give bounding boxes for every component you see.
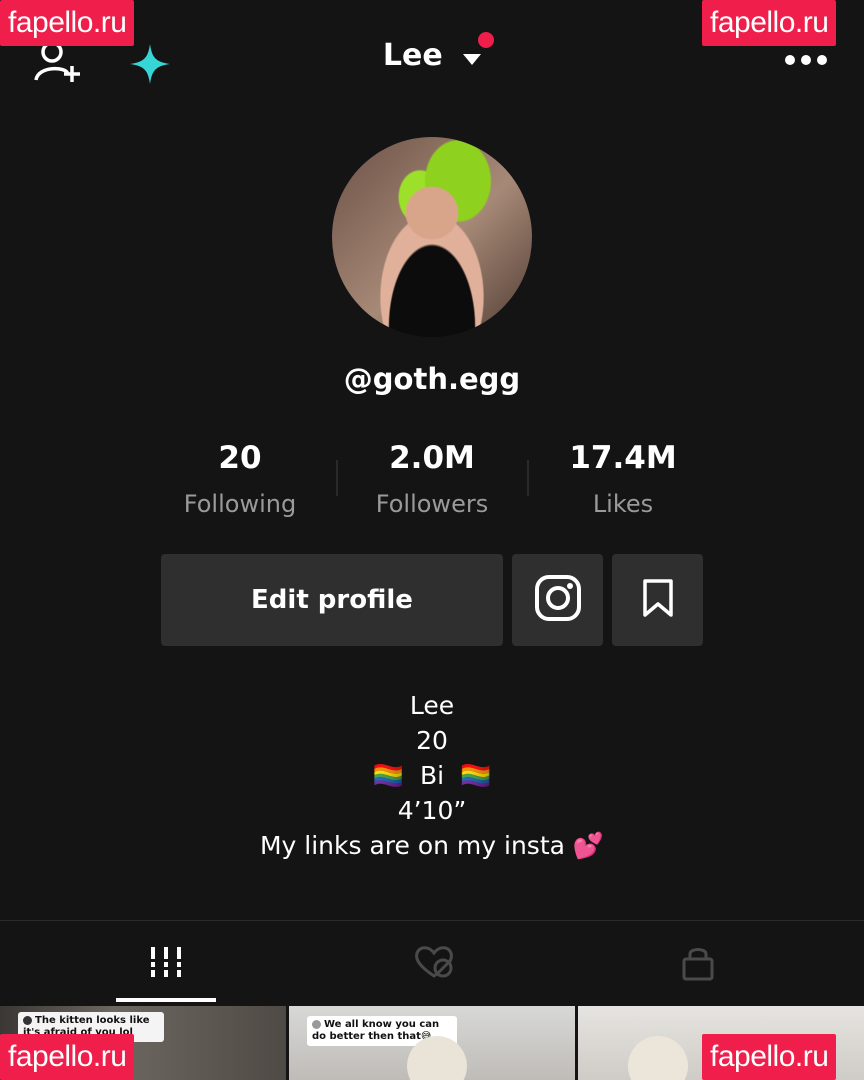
watermark: fapello.ru — [702, 1034, 837, 1080]
rainbow-flag-icon: 🏳️‍🌈 — [372, 761, 404, 790]
tab-private[interactable] — [648, 936, 748, 992]
instagram-icon — [534, 574, 582, 626]
tab-videos[interactable] — [116, 936, 216, 992]
stat-label: Followers — [375, 490, 489, 518]
stat-label: Likes — [592, 490, 654, 518]
username: @goth.egg — [343, 362, 521, 396]
bio-name: Lee — [409, 691, 455, 720]
notification-dot — [478, 32, 494, 48]
stat-following[interactable]: 20 Following — [150, 440, 330, 518]
lock-icon — [681, 943, 715, 985]
bio-links: My links are on my insta 💕 — [259, 831, 605, 860]
stat-value: 2.0M — [389, 440, 475, 476]
bookmark-icon — [642, 578, 674, 622]
stat-value: 20 — [218, 440, 262, 476]
instagram-button[interactable] — [512, 554, 603, 646]
active-tab-indicator — [116, 998, 216, 1002]
comment-icon — [23, 1015, 32, 1025]
rainbow-flag-icon: 🏳️‍🌈 — [460, 761, 492, 790]
grid-icon — [149, 945, 183, 983]
bio: Lee 20 🏳️‍🌈 Bi 🏳️‍🌈 4’10” My links are o… — [0, 688, 864, 863]
video-thumbnail[interactable]: We all know you can do better then that😅 — [289, 1006, 575, 1080]
bio-orientation: Bi — [419, 761, 445, 790]
more-options-icon[interactable] — [784, 52, 828, 66]
stat-value: 17.4M — [569, 440, 677, 476]
edit-profile-button[interactable]: Edit profile — [161, 554, 503, 646]
watermark: fapello.ru — [702, 0, 837, 46]
watermark: fapello.ru — [0, 0, 135, 46]
thumbnail-figure — [628, 1036, 688, 1080]
stat-likes[interactable]: 17.4M Likes — [533, 440, 713, 518]
account-name: Lee — [382, 38, 443, 73]
caption-text: We all know you can do better then that😅 — [312, 1019, 440, 1042]
avatar[interactable] — [332, 137, 532, 337]
tabs-divider — [0, 920, 864, 921]
watermark: fapello.ru — [0, 1034, 135, 1080]
bio-age: 20 — [416, 726, 448, 755]
hidden-heart-icon — [413, 944, 455, 984]
bio-height: 4’10” — [397, 796, 467, 825]
tab-liked[interactable] — [384, 936, 484, 992]
stat-followers[interactable]: 2.0M Followers — [342, 440, 522, 518]
stat-divider — [336, 460, 338, 496]
bio-orientation-line: 🏳️‍🌈 Bi 🏳️‍🌈 — [0, 758, 864, 793]
favorites-button[interactable] — [612, 554, 703, 646]
stat-label: Following — [183, 490, 297, 518]
stat-divider — [527, 460, 529, 496]
comment-icon — [312, 1019, 321, 1029]
